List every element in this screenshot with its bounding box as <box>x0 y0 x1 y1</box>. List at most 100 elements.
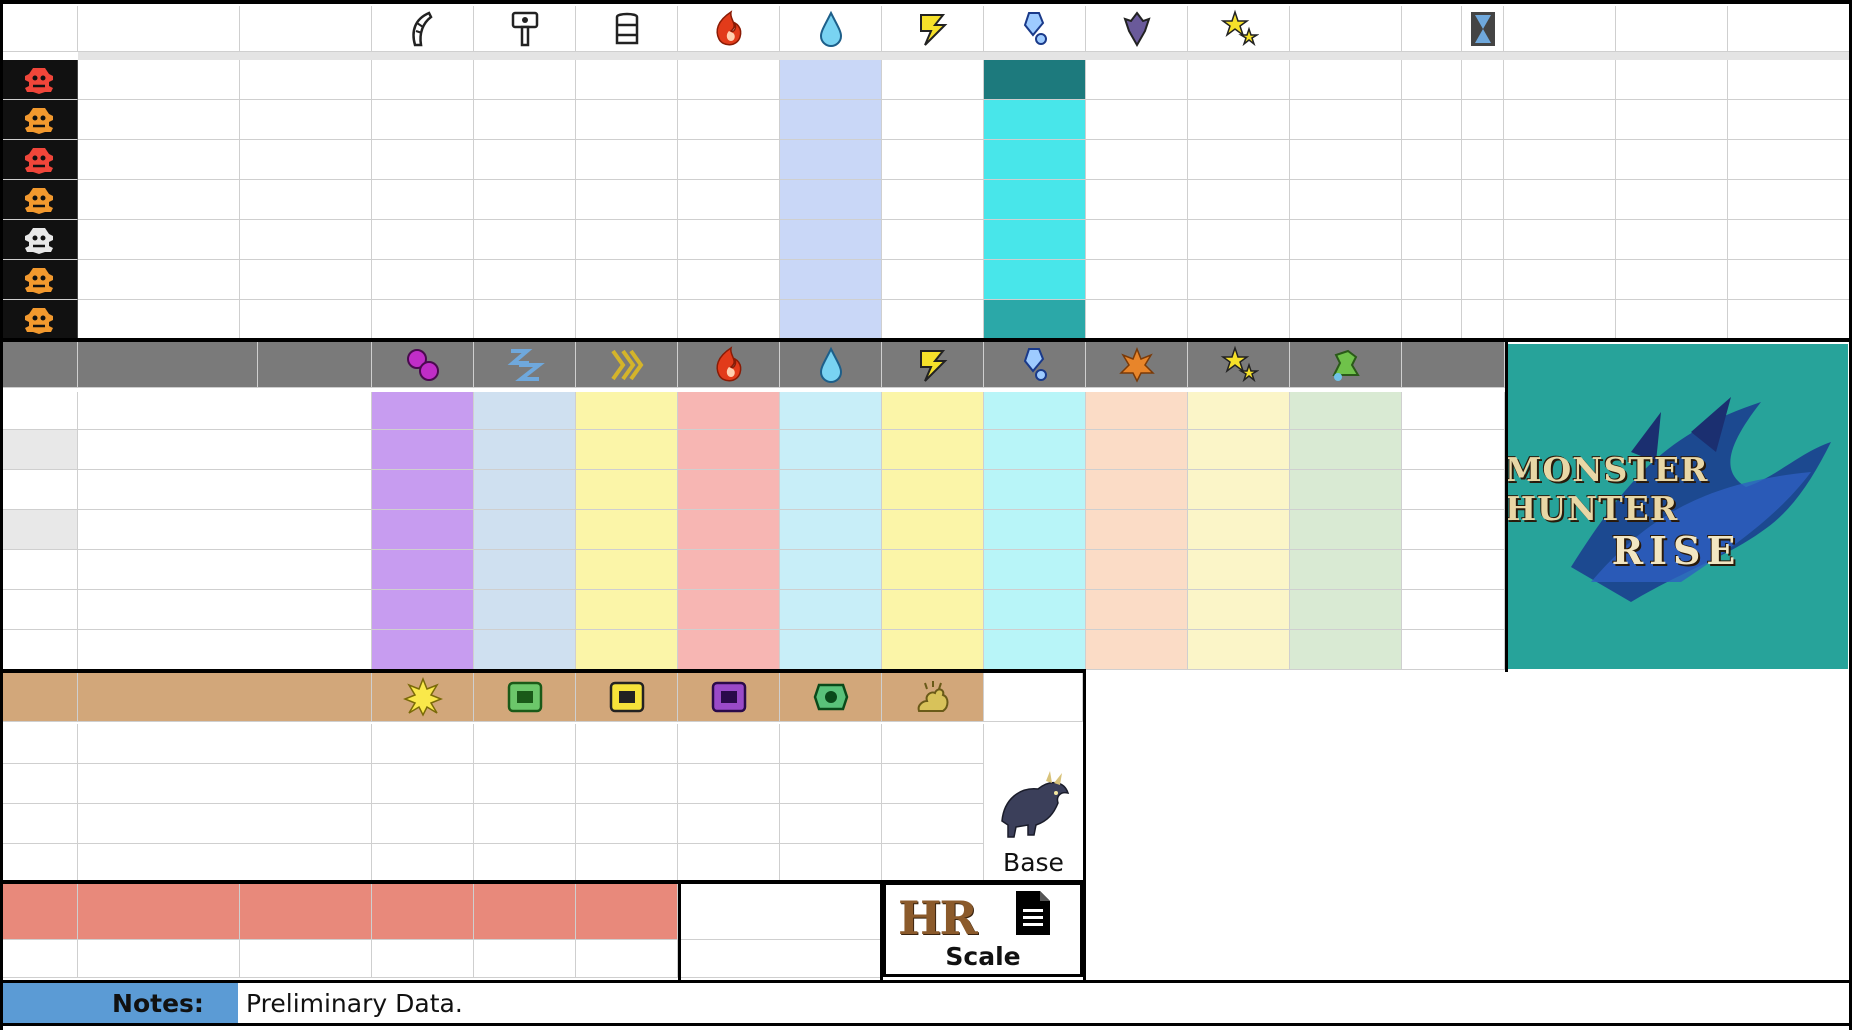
trap-stat-value <box>372 724 474 764</box>
body-part-name <box>78 140 240 180</box>
ice-icon <box>984 342 1086 388</box>
blank-cell <box>0 804 78 844</box>
body-part-name <box>78 220 240 260</box>
hr-label: HR <box>898 891 978 945</box>
enrage-header <box>78 884 240 940</box>
paralysis-icon <box>576 342 678 388</box>
ailment-stat-value <box>882 510 984 550</box>
scale-label: Scale <box>945 942 1021 971</box>
hitzone-sever-value <box>372 140 474 180</box>
hitzone-thunder-value <box>882 220 984 260</box>
blast-icon <box>1086 342 1188 388</box>
ke-weakness-icon <box>0 60 78 100</box>
enrage-value <box>240 940 372 978</box>
ice-icon <box>984 6 1086 52</box>
sever-icon <box>372 6 474 52</box>
trap-header-blank <box>984 672 1083 722</box>
scale-box[interactable]: HR Scale <box>883 882 1083 977</box>
notes-swatch <box>0 983 78 1023</box>
hitzone-thunder-value <box>882 300 984 340</box>
trip-value <box>1402 100 1462 140</box>
blunt-icon <box>474 6 576 52</box>
header-ride <box>1402 342 1505 388</box>
header-trip <box>1402 6 1462 52</box>
ailment-star-rating <box>984 392 1086 430</box>
ailment-stat-value <box>1086 590 1188 630</box>
hitzone-ice-value <box>984 220 1086 260</box>
trap-header-blank <box>0 672 78 722</box>
ailment-stat-value <box>882 430 984 470</box>
ailment-stat-value <box>678 590 780 630</box>
flinch-value <box>1290 60 1402 100</box>
logo-border <box>1505 342 1508 672</box>
dung-pod-icon <box>882 672 984 722</box>
part-notes <box>1728 220 1852 260</box>
ailment-stat-value <box>1086 510 1188 550</box>
hitzone-water-value <box>780 140 882 180</box>
hitzone-dragon-value <box>1086 260 1188 300</box>
ailment-star-rating <box>1188 392 1290 430</box>
body-part-state <box>240 220 372 260</box>
hitzone-sever-value <box>372 220 474 260</box>
blank-cell <box>0 844 78 882</box>
ailment-star-rating <box>780 392 882 430</box>
ailment-stat-label <box>78 590 372 630</box>
flinch-value <box>1290 300 1402 340</box>
body-part-state <box>240 60 372 100</box>
dragon-icon <box>1086 6 1188 52</box>
hitzone-shot-value <box>576 220 678 260</box>
enrage-header <box>576 884 678 940</box>
hitzone-dragon-value <box>1086 220 1188 260</box>
section-border <box>678 884 681 980</box>
ailment-stat-value <box>984 430 1086 470</box>
header-break <box>1504 6 1616 52</box>
enrage-header <box>372 884 474 940</box>
flinch-value <box>1290 180 1402 220</box>
trap-stat-value <box>882 844 984 882</box>
ke-weakness-icon <box>0 300 78 340</box>
document-icon[interactable] <box>1016 891 1050 939</box>
fire-icon <box>678 6 780 52</box>
ke-weakness-icon <box>0 260 78 300</box>
ailment-stat-value <box>678 470 780 510</box>
header-stats <box>78 342 258 388</box>
hitzone-fire-value <box>678 180 780 220</box>
header-bhp <box>258 342 372 388</box>
blank-cell <box>0 630 78 670</box>
trap-stat-value <box>576 764 678 804</box>
ailment-stat-label <box>78 430 372 470</box>
sever-value <box>1616 180 1728 220</box>
blank-cell <box>678 940 883 978</box>
ailment-stat-value <box>1402 590 1505 630</box>
hitzone-blunt-value <box>474 180 576 220</box>
trip-value <box>1402 220 1462 260</box>
trip-value <box>1402 300 1462 340</box>
logo-line2: RISE <box>1611 528 1742 573</box>
section-border <box>0 880 1086 884</box>
duration-value <box>1462 300 1504 340</box>
table-left-border <box>0 0 3 1030</box>
ailment-stat-value <box>1402 550 1505 590</box>
hitzone-thunder-value <box>882 60 984 100</box>
ride-star <box>1402 392 1505 430</box>
trip-value <box>1402 140 1462 180</box>
body-part-state <box>240 300 372 340</box>
hitzone-dragon-value <box>1086 100 1188 140</box>
ailment-stat-value <box>1086 470 1188 510</box>
break-value <box>1504 260 1616 300</box>
base-label: Base <box>1003 847 1064 877</box>
notes-text: Preliminary Data. <box>246 988 463 1018</box>
hitzone-fire-value <box>678 100 780 140</box>
ailment-star-rating <box>372 392 474 430</box>
sleep-icon <box>474 342 576 388</box>
hitzone-blunt-value <box>474 260 576 300</box>
ailment-stat-value <box>678 550 780 590</box>
trap-stat-value <box>576 844 678 882</box>
ailment-stat-value <box>984 630 1086 670</box>
hitzone-thunder-value <box>882 140 984 180</box>
hitzone-thunder-value <box>882 180 984 220</box>
trap-stat-value <box>780 844 882 882</box>
notes-bar: Notes: Preliminary Data. <box>0 980 1852 1026</box>
trap-stat-value <box>780 804 882 844</box>
ailment-stat-value <box>678 510 780 550</box>
